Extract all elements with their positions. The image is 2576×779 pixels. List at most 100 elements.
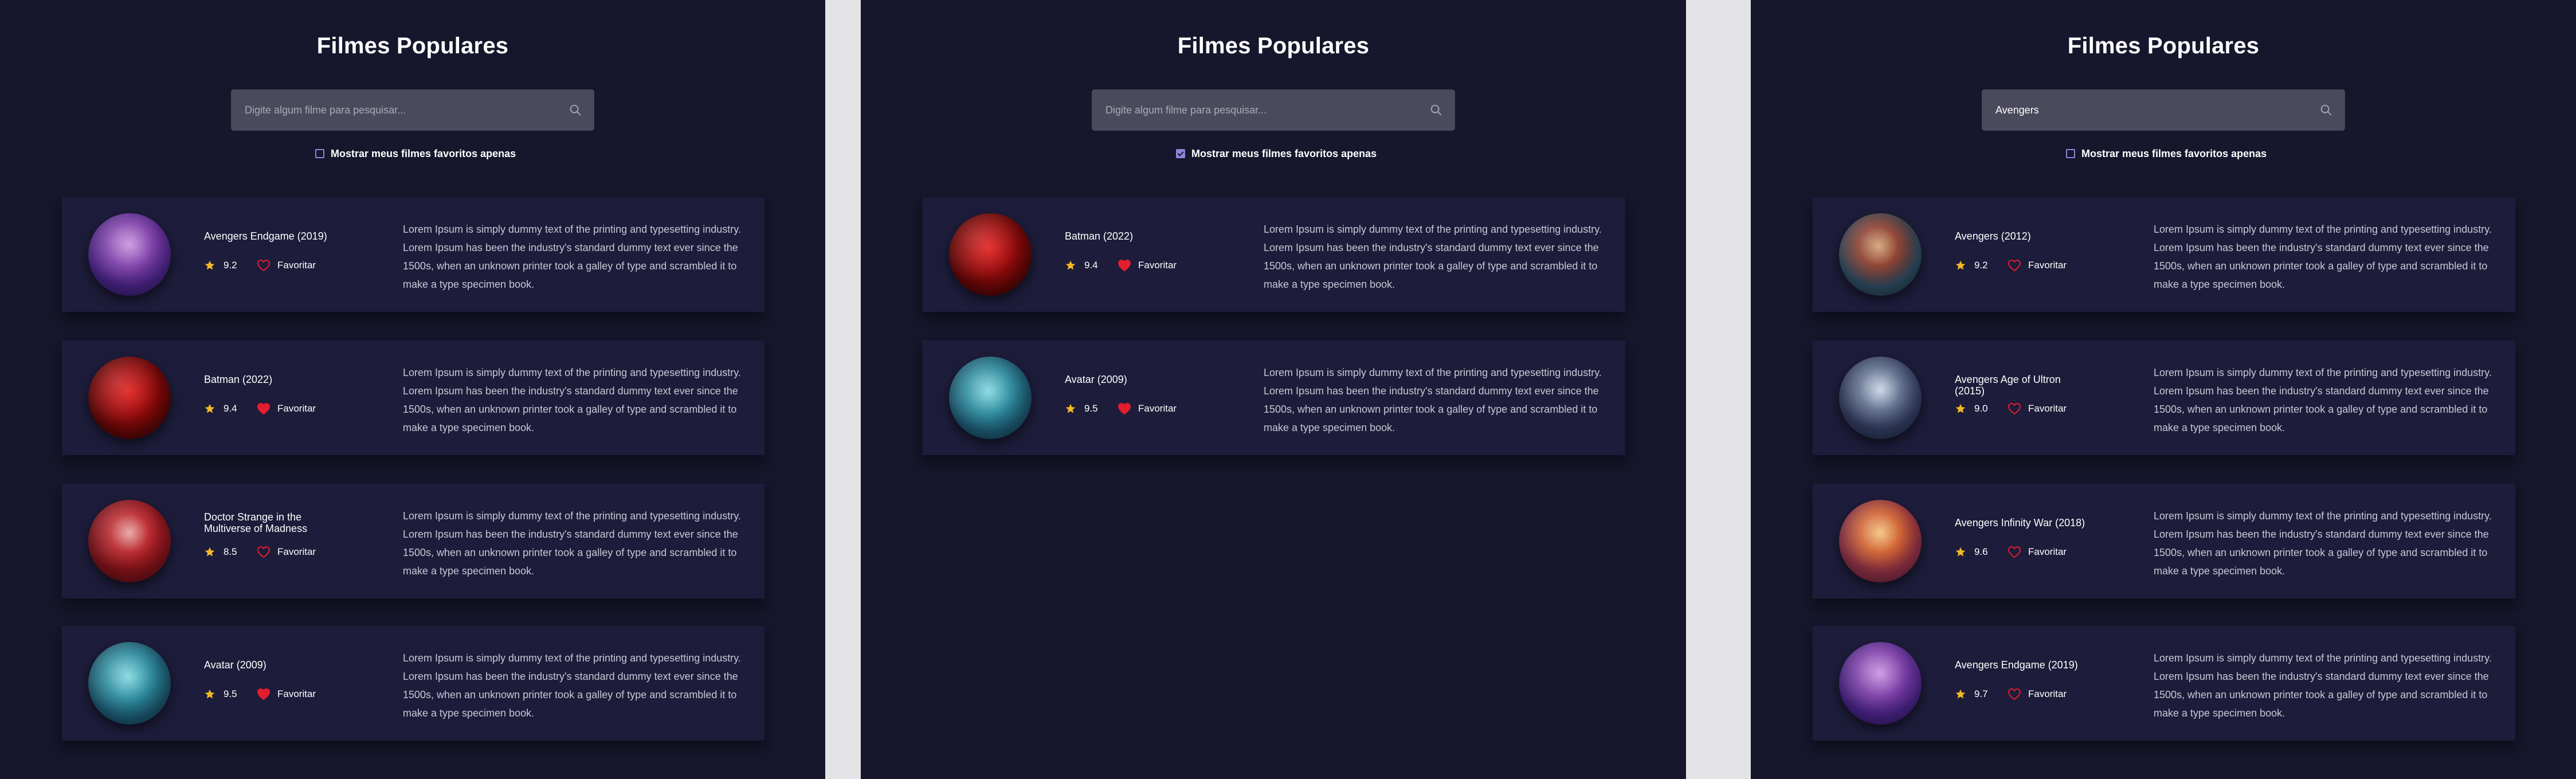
movie-meta: 9.0 Favoritar bbox=[1955, 402, 2067, 415]
heart-outline-icon bbox=[2008, 688, 2021, 700]
movie-description: Lorem Ipsum is simply dummy text of the … bbox=[2154, 367, 2492, 433]
favorite-button[interactable]: Favoritar bbox=[2008, 688, 2067, 700]
movie-description: Lorem Ipsum is simply dummy text of the … bbox=[2154, 224, 2492, 290]
movie-meta: 9.4 Favoritar bbox=[1065, 259, 1177, 272]
movie-title: Doctor Strange in the Multiverse of Madn… bbox=[204, 511, 308, 534]
movie-meta: 9.5 Favoritar bbox=[204, 688, 316, 700]
movie-title: Avengers Infinity War (2018) bbox=[1955, 517, 2085, 529]
star-icon bbox=[205, 404, 215, 413]
favorite-label: Favoritar bbox=[2028, 260, 2067, 271]
star-icon bbox=[1065, 404, 1076, 413]
heart-outline-icon bbox=[257, 259, 270, 272]
favorite-button[interactable]: Favoritar bbox=[257, 688, 316, 700]
screens-container: Filmes Populares Mostrar meus filmes fav… bbox=[0, 0, 2576, 779]
heart-outline-icon bbox=[257, 546, 270, 558]
movie-poster bbox=[1839, 500, 1922, 582]
movie-description: Lorem Ipsum is simply dummy text of the … bbox=[403, 367, 741, 433]
movie-card: Batman (2022) 9.4 Favoritar Lorem Ipsum … bbox=[62, 340, 764, 455]
favorite-button[interactable]: Favoritar bbox=[257, 546, 316, 558]
movie-title: Avatar (2009) bbox=[1065, 374, 1127, 385]
favorites-filter[interactable]: Mostrar meus filmes favoritos apenas bbox=[1176, 147, 1377, 161]
movie-poster bbox=[1839, 213, 1922, 296]
movie-title: Batman (2022) bbox=[1065, 230, 1134, 242]
favorites-filter-label: Mostrar meus filmes favoritos apenas bbox=[1191, 147, 1377, 159]
movie-poster bbox=[1839, 357, 1922, 439]
star-icon bbox=[1955, 689, 1966, 699]
screen-favorites: Filmes Populares Mostrar meus filmes fav… bbox=[861, 0, 1686, 779]
star-icon bbox=[205, 547, 215, 557]
favorite-label: Favoritar bbox=[277, 260, 316, 271]
favorite-label: Favoritar bbox=[2028, 403, 2067, 414]
page-title: Filmes Populares bbox=[316, 33, 509, 58]
search-input[interactable] bbox=[245, 89, 554, 131]
movie-meta: 8.5 Favoritar bbox=[204, 546, 316, 558]
star-icon bbox=[1955, 260, 1966, 270]
movie-title: Avengers Endgame (2019) bbox=[1955, 659, 2078, 671]
search-input[interactable] bbox=[1995, 89, 2305, 131]
movie-title: Avengers Age of Ultron (2015) bbox=[1955, 374, 2061, 397]
favorites-filter[interactable]: Mostrar meus filmes favoritos apenas bbox=[315, 147, 516, 161]
movie-poster bbox=[949, 213, 1032, 296]
movie-meta: 9.5 Favoritar bbox=[1065, 402, 1177, 415]
movie-title: Avengers (2012) bbox=[1955, 230, 2031, 242]
movie-meta: 9.2 Favoritar bbox=[204, 259, 316, 272]
star-icon bbox=[205, 260, 215, 270]
movie-poster bbox=[88, 500, 171, 582]
star-icon bbox=[1065, 260, 1076, 270]
page-title: Filmes Populares bbox=[2067, 33, 2260, 58]
movie-poster bbox=[88, 213, 171, 296]
star-icon bbox=[1955, 547, 1966, 557]
heart-filled-icon bbox=[1118, 402, 1131, 415]
movie-title: Batman (2022) bbox=[204, 374, 273, 385]
star-icon bbox=[205, 689, 215, 699]
favorites-filter-label: Mostrar meus filmes favoritos apenas bbox=[331, 147, 516, 159]
heart-outline-icon bbox=[2008, 546, 2021, 558]
movie-rating: 9.4 bbox=[224, 403, 237, 414]
movie-rating: 9.5 bbox=[1084, 403, 1098, 414]
search-input[interactable] bbox=[1105, 89, 1415, 131]
movie-meta: 9.4 Favoritar bbox=[204, 402, 316, 415]
movie-card: Avengers Age of Ultron (2015) 9.0 Favori… bbox=[1813, 340, 2515, 455]
search-icon[interactable] bbox=[1430, 104, 1442, 116]
page-title: Filmes Populares bbox=[1177, 33, 1370, 58]
favorites-filter[interactable]: Mostrar meus filmes favoritos apenas bbox=[2066, 147, 2267, 161]
favorite-button[interactable]: Favoritar bbox=[2008, 259, 2067, 272]
movie-title: Avengers Endgame (2019) bbox=[204, 230, 327, 242]
movie-meta: 9.6 Favoritar bbox=[1955, 546, 2067, 558]
favorite-button[interactable]: Favoritar bbox=[257, 259, 316, 272]
favorites-filter-checkbox[interactable] bbox=[315, 149, 324, 158]
favorite-button[interactable]: Favoritar bbox=[1118, 402, 1177, 415]
movie-card: Doctor Strange in the Multiverse of Madn… bbox=[62, 484, 764, 598]
favorite-button[interactable]: Favoritar bbox=[257, 402, 316, 415]
favorites-filter-checkbox[interactable] bbox=[2066, 149, 2075, 158]
favorite-button[interactable]: Favoritar bbox=[2008, 402, 2067, 415]
search-icon[interactable] bbox=[2320, 104, 2332, 116]
movie-card: Avatar (2009) 9.5 Favoritar Lorem Ipsum … bbox=[923, 340, 1625, 455]
movie-rating: 9.5 bbox=[224, 688, 237, 699]
favorite-button[interactable]: Favoritar bbox=[2008, 546, 2067, 558]
heart-outline-icon bbox=[2008, 259, 2021, 272]
movie-card: Batman (2022) 9.4 Favoritar Lorem Ipsum … bbox=[923, 197, 1625, 312]
favorite-button[interactable]: Favoritar bbox=[1118, 259, 1177, 272]
movie-rating: 9.4 bbox=[1084, 260, 1098, 271]
movie-description: Lorem Ipsum is simply dummy text of the … bbox=[403, 224, 741, 290]
search-icon[interactable] bbox=[569, 104, 582, 116]
movie-description: Lorem Ipsum is simply dummy text of the … bbox=[1264, 224, 1602, 290]
movie-poster bbox=[88, 357, 171, 439]
movie-meta: 9.7 Favoritar bbox=[1955, 688, 2067, 700]
movie-description: Lorem Ipsum is simply dummy text of the … bbox=[403, 510, 741, 577]
favorite-label: Favoritar bbox=[2028, 546, 2067, 557]
heart-filled-icon bbox=[1118, 259, 1131, 272]
movie-description: Lorem Ipsum is simply dummy text of the … bbox=[2154, 652, 2492, 719]
search-bar bbox=[1092, 89, 1455, 131]
favorite-label: Favoritar bbox=[277, 546, 316, 557]
movie-rating: 8.5 bbox=[224, 546, 237, 557]
favorites-filter-checkbox[interactable] bbox=[1176, 149, 1185, 158]
search-bar bbox=[1982, 89, 2345, 131]
movie-poster bbox=[1839, 642, 1922, 725]
movie-description: Lorem Ipsum is simply dummy text of the … bbox=[2154, 510, 2492, 577]
favorite-label: Favoritar bbox=[277, 688, 316, 699]
movie-card: Avatar (2009) 9.5 Favoritar Lorem Ipsum … bbox=[62, 626, 764, 741]
heart-filled-icon bbox=[257, 688, 270, 700]
screen-search-results: Filmes Populares Mostrar meus filmes fav… bbox=[1751, 0, 2576, 779]
